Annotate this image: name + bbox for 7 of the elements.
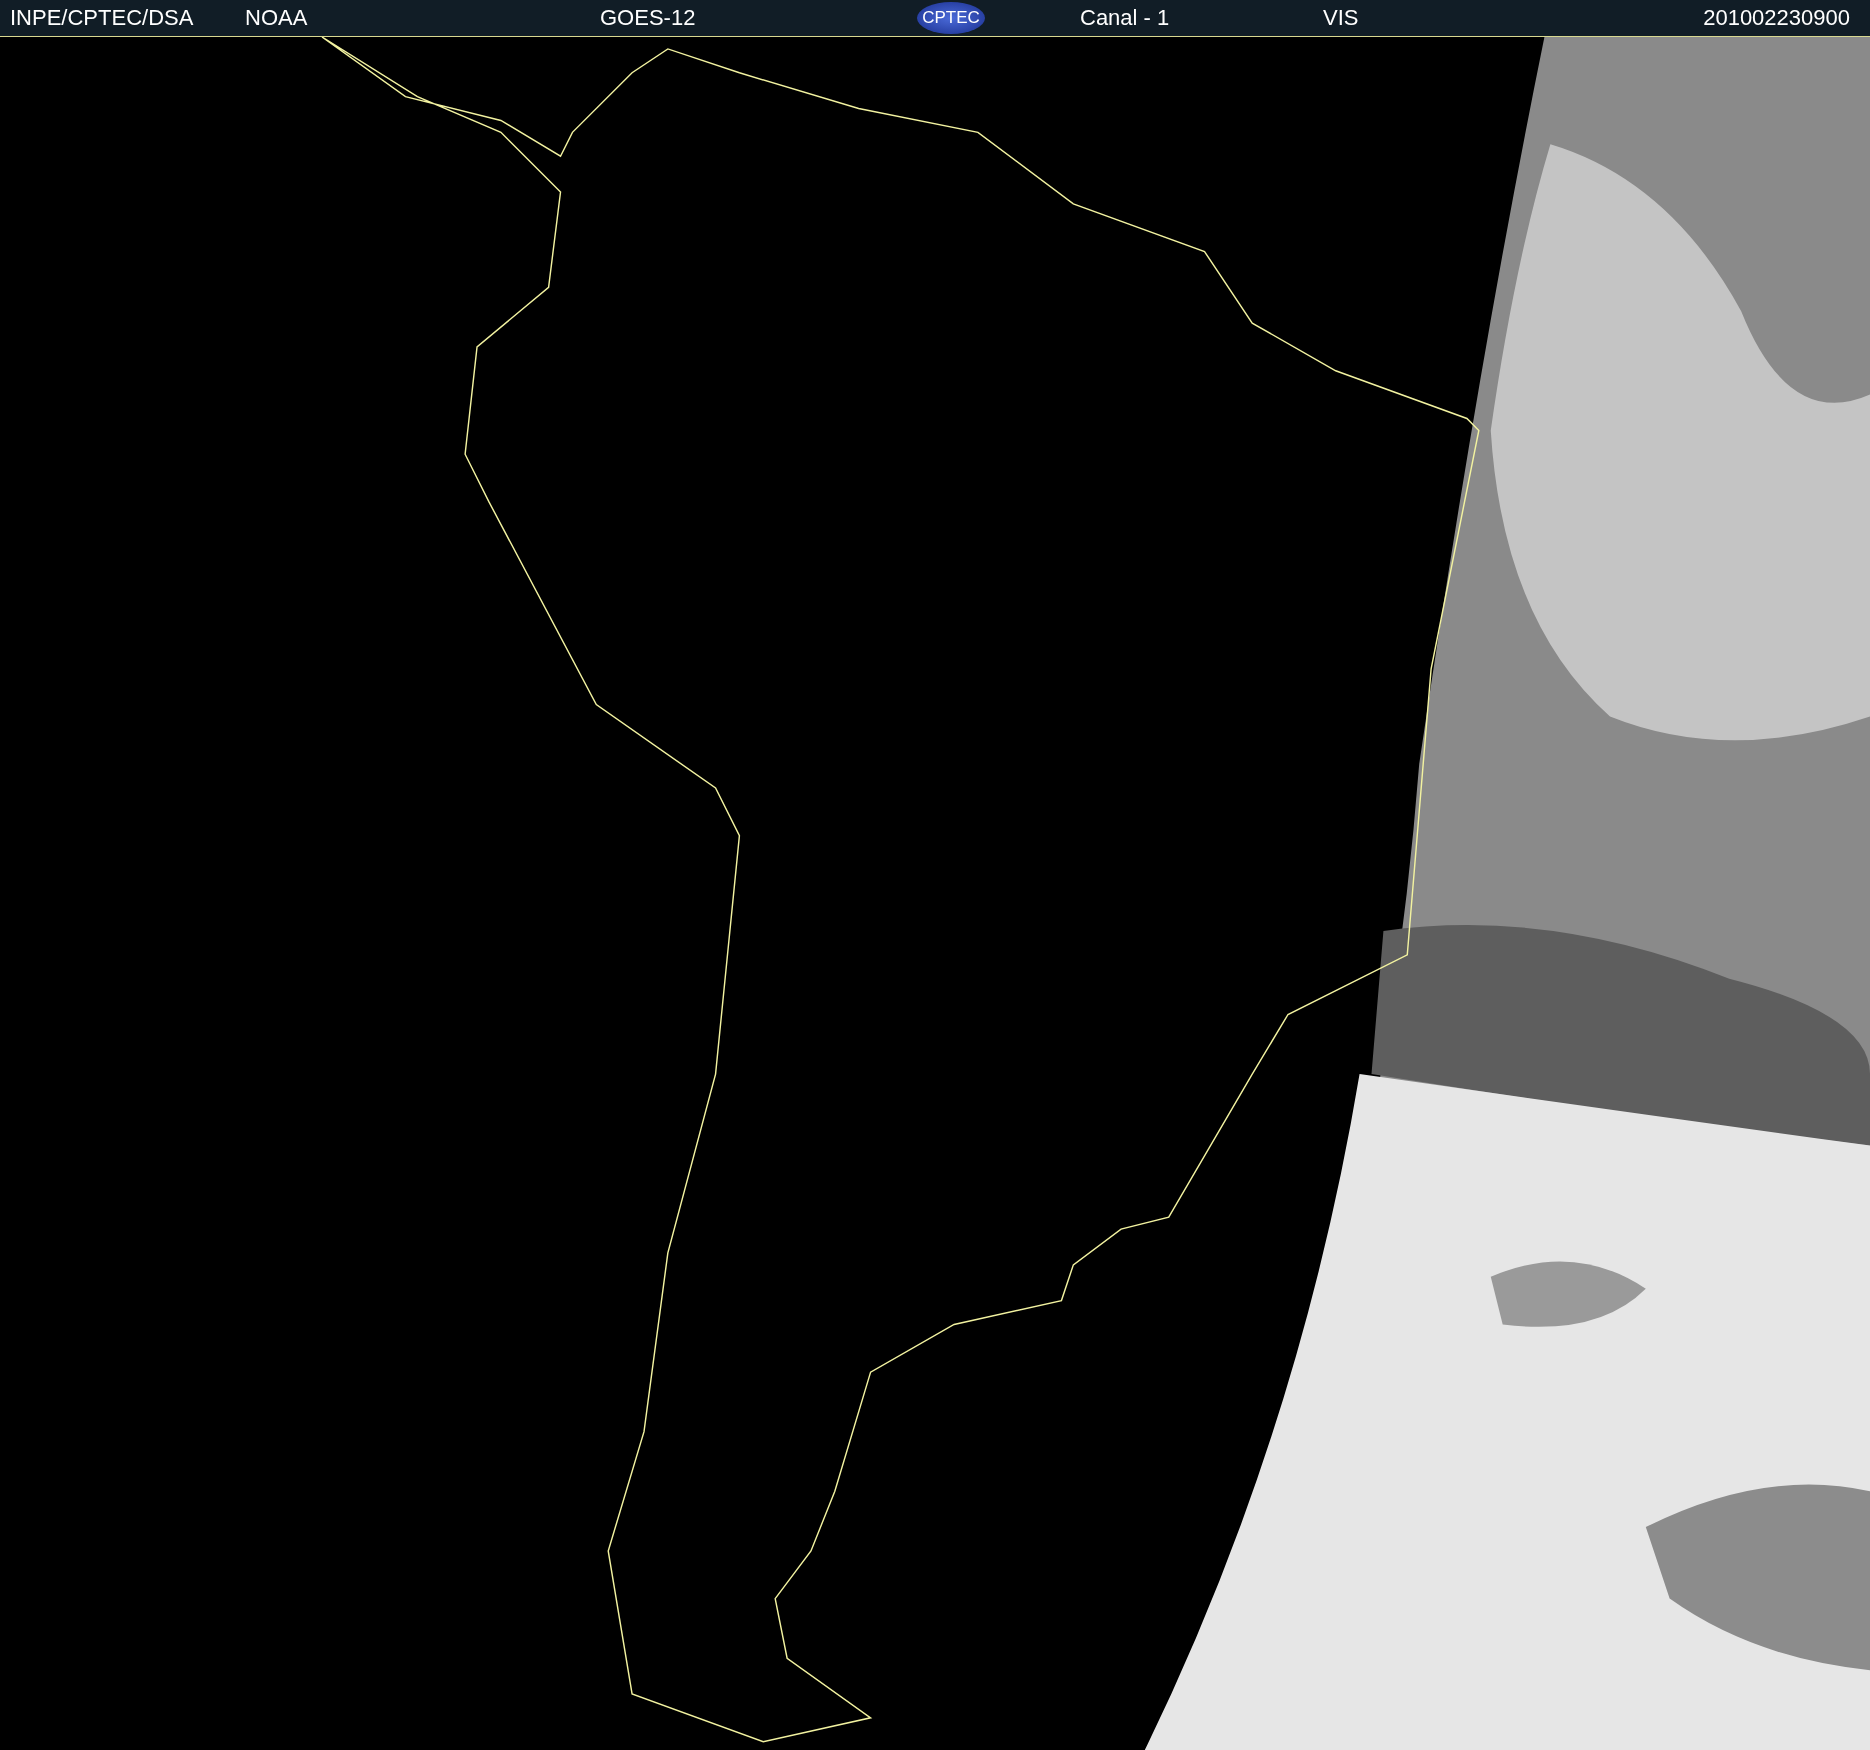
logo: CPTEC	[917, 2, 985, 34]
satellite-label: GOES-12	[600, 5, 697, 31]
agency-label: NOAA	[245, 5, 309, 31]
timestamp-label: 201002230900	[1703, 5, 1850, 31]
source-label: INPE/CPTEC/DSA	[10, 5, 195, 31]
band-label: VIS	[1323, 5, 1360, 31]
channel-label: Canal - 1	[1080, 5, 1171, 31]
